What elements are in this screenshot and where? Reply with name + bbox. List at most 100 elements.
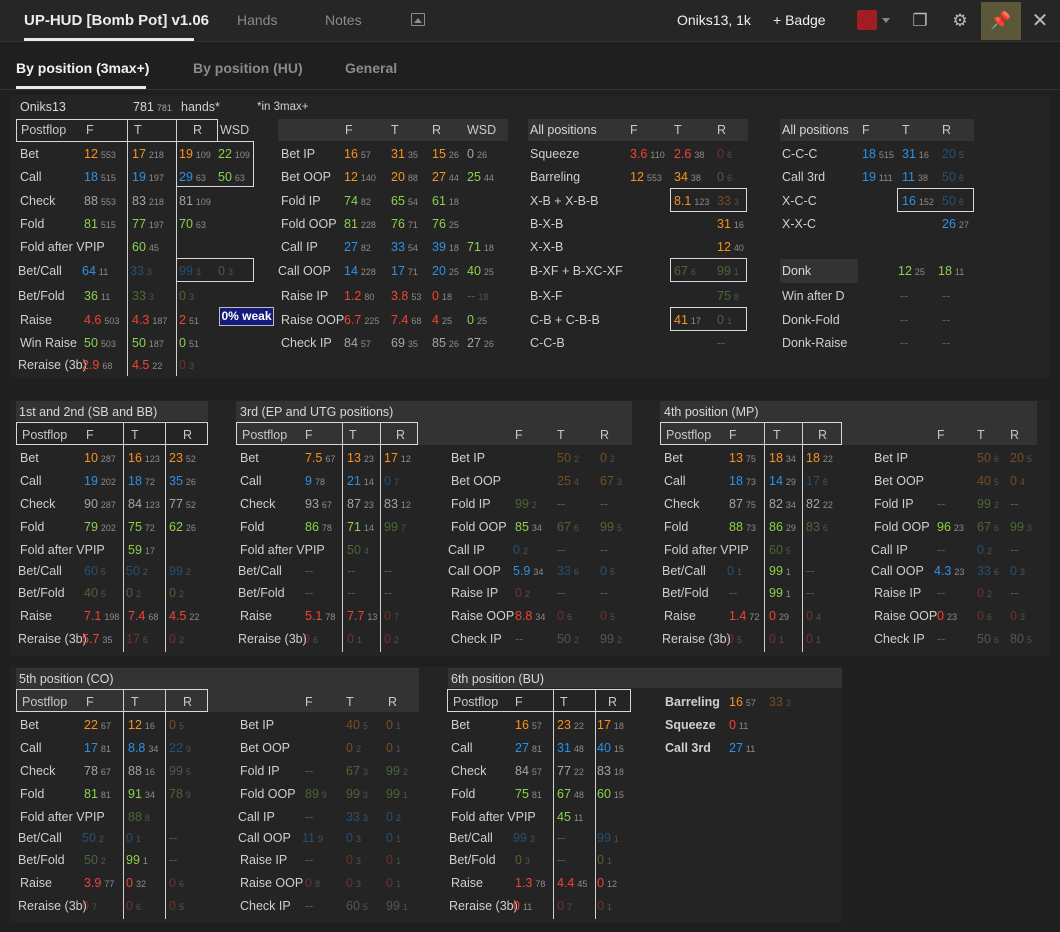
stat-label: Bet IP <box>451 451 486 465</box>
column-header: T <box>557 428 565 442</box>
stat-value: -- <box>937 586 946 600</box>
stat-value: 75 72 <box>128 520 155 534</box>
stat-value: 01 <box>597 853 612 867</box>
stat-value: 60 5 <box>769 543 791 557</box>
stat-value: 18 515 <box>862 147 894 161</box>
stat-value: 02 <box>513 543 528 557</box>
chevron-down-icon[interactable] <box>882 18 890 23</box>
stat-value: -- <box>305 564 314 578</box>
stat-value: 67 6 <box>977 520 999 534</box>
image-icon[interactable] <box>411 13 425 26</box>
column-divider <box>380 422 381 652</box>
stat-value: 16 123 <box>128 451 160 465</box>
stat-value: 99 2 <box>600 632 622 646</box>
column-header: T <box>560 695 568 709</box>
stat-value: 4 25 <box>432 313 452 327</box>
user-label[interactable]: Oniks13, 1k <box>677 12 751 28</box>
stat-label: Bet/Call <box>449 831 493 845</box>
stat-value: 99 2 <box>977 497 999 511</box>
stat-label: Fold IP <box>874 497 914 511</box>
stat-value: 01 <box>806 632 821 646</box>
column-header: R <box>608 695 618 709</box>
pin-icon[interactable]: 📌 <box>989 9 1013 33</box>
stat-label: Check <box>20 497 56 511</box>
stat-value: 05 <box>169 899 184 913</box>
hands-label: hands* <box>181 100 220 114</box>
stat-value: 33 3 <box>769 695 791 709</box>
stat-value: 31 35 <box>391 147 418 161</box>
stat-value: -- <box>169 853 178 867</box>
stat-label: Call IP <box>281 240 318 254</box>
stat-value: 81 515 <box>84 217 116 231</box>
stat-value: 77 197 <box>132 217 164 231</box>
stat-value: 12 553 <box>84 147 116 161</box>
column-divider <box>764 422 765 652</box>
stat-value: 60 15 <box>597 787 624 801</box>
color-swatch[interactable] <box>857 10 877 30</box>
stat-value: -- <box>305 810 314 824</box>
section-title: Oniks13 <box>20 100 66 114</box>
tab-general[interactable]: General <box>345 60 397 76</box>
stat-value: 10 287 <box>84 451 116 465</box>
column-header: T <box>131 428 139 442</box>
stat-label: Raise IP <box>281 289 329 303</box>
stat-value: 27 44 <box>432 170 459 184</box>
stat-label: Bet/Call <box>18 564 62 578</box>
stat-value: 12 16 <box>128 718 155 732</box>
stat-label: Reraise (3b) <box>18 899 87 913</box>
stat-value: 76 25 <box>432 217 459 231</box>
stat-label: Fold after VPIP <box>451 810 536 824</box>
stat-label: Bet OOP <box>281 170 332 184</box>
stat-value: 77 52 <box>169 497 196 511</box>
stat-label: Bet <box>240 451 259 465</box>
stat-label: Fold OOP <box>281 217 337 231</box>
stat-value: 03 <box>179 289 194 303</box>
stat-value: 16 57 <box>515 718 542 732</box>
add-badge-button[interactable]: + Badge <box>773 12 826 28</box>
tab-by-position-3max[interactable]: By position (3max+) <box>16 60 149 76</box>
stat-value: 02 <box>169 632 184 646</box>
gear-icon[interactable]: ⚙ <box>948 9 972 33</box>
stat-value: 2.9 68 <box>82 358 113 372</box>
stat-label: Win after D <box>782 289 845 303</box>
stat-value: 20 5 <box>1010 451 1032 465</box>
stat-value: 13 23 <box>347 451 374 465</box>
nav-notes[interactable]: Notes <box>325 12 362 28</box>
stat-label: Fold after VPIP <box>20 240 105 254</box>
column-header: R <box>183 428 193 442</box>
stat-value: -- <box>305 853 314 867</box>
stat-value: 31 16 <box>717 217 744 231</box>
stat-value: 25 4 <box>557 474 579 488</box>
stat-label: Bet <box>20 147 39 161</box>
stat-value: 19 197 <box>132 170 164 184</box>
column-header: F <box>86 123 94 137</box>
stat-value: 86 29 <box>769 520 796 534</box>
stat-value: 19 109 <box>179 147 211 161</box>
stat-value: 0 23 <box>937 609 957 623</box>
close-icon[interactable]: ✕ <box>1028 9 1052 33</box>
stat-label: Bet <box>20 451 39 465</box>
stat-value: 1.3 78 <box>515 876 546 890</box>
column-header: T <box>902 123 910 137</box>
tab-by-position-hu[interactable]: By position (HU) <box>193 60 303 76</box>
stat-value: 02 <box>600 451 615 465</box>
stat-value: 1.2 80 <box>344 289 375 303</box>
stat-value: -- <box>900 336 909 350</box>
stat-label: Squeeze <box>530 147 580 161</box>
nav-hands[interactable]: Hands <box>237 12 277 28</box>
stat-value: 99 3 <box>179 264 201 278</box>
stat-value: 02 <box>386 810 401 824</box>
stat-label: Reraise (3b) <box>662 632 731 646</box>
note-3max: *in 3max+ <box>257 101 309 113</box>
stat-label: Call 3rd <box>665 741 711 755</box>
stat-value: 80 5 <box>1010 632 1032 646</box>
stat-value: 40 25 <box>467 264 494 278</box>
stat-value: 01 <box>386 876 401 890</box>
stat-value: 05 <box>169 718 184 732</box>
stat-value: -- <box>900 313 909 327</box>
stat-label: Call OOP <box>871 564 924 578</box>
stat-label: Check IP <box>874 632 925 646</box>
stat-value: 02 <box>977 543 992 557</box>
stat-label: Raise <box>664 609 696 623</box>
copy-icon[interactable]: ❐ <box>908 9 932 33</box>
